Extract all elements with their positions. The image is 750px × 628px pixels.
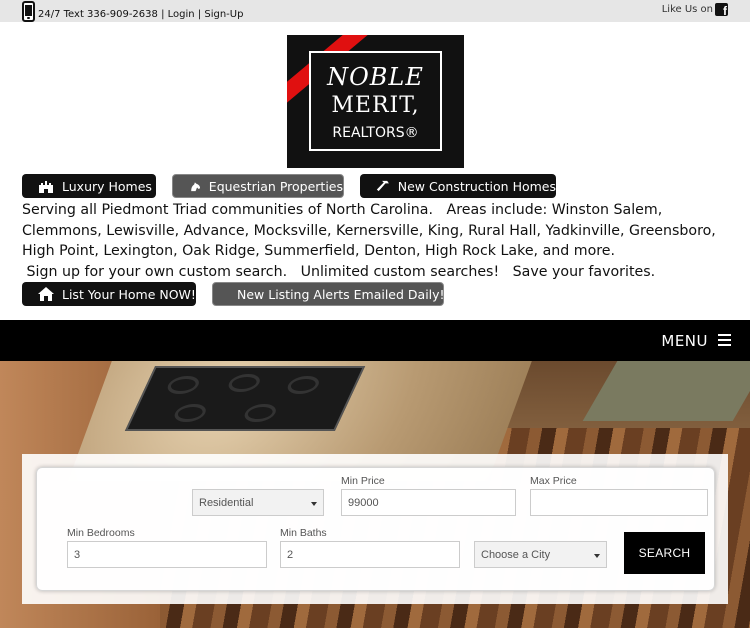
custom-search-text: Sign up for your own custom search. Unli…	[22, 263, 656, 280]
property-type-select[interactable]: Residential	[192, 489, 324, 516]
chevron-down-icon	[311, 502, 317, 506]
property-type-value: Residential	[199, 497, 254, 509]
search-button[interactable]: SEARCH	[624, 532, 705, 574]
equestrian-properties-button[interactable]: Equestrian Properties	[172, 174, 344, 198]
horse-icon	[191, 182, 201, 192]
separator: |	[194, 9, 205, 20]
signup-link[interactable]: Sign-Up	[204, 9, 243, 20]
min-price-input[interactable]: 99000	[341, 489, 516, 516]
logo-frame: NOBLE MERIT, REALTORS®	[309, 51, 442, 151]
contact-text: 24/7 Text 336-909-2638	[38, 9, 158, 20]
login-link[interactable]: Login	[168, 9, 195, 20]
new-construction-homes-button[interactable]: New Construction Homes	[360, 174, 556, 198]
luxury-homes-label: Luxury Homes	[62, 178, 152, 194]
contact-info: 24/7 Text 336-909-2638 | Login | Sign-Up	[38, 9, 243, 20]
noble-merit-logo[interactable]: NOBLE MERIT, REALTORS®	[287, 35, 464, 168]
max-price-label: Max Price	[530, 475, 577, 487]
city-select-placeholder: Choose a City	[481, 549, 551, 561]
min-price-label: Min Price	[341, 475, 385, 487]
min-bedrooms-label: Min Bedrooms	[67, 527, 135, 539]
like-us-label: Like Us on	[661, 4, 713, 15]
service-areas-text: Serving all Piedmont Triad communities o…	[22, 202, 716, 260]
list-your-home-label: List Your Home NOW!	[62, 286, 196, 302]
luxury-homes-button[interactable]: Luxury Homes	[22, 174, 156, 198]
separator: |	[157, 9, 168, 20]
chevron-down-icon	[594, 554, 600, 558]
home-icon	[38, 287, 54, 301]
top-bar: 24/7 Text 336-909-2638 | Login | Sign-Up…	[0, 0, 750, 22]
max-price-input[interactable]	[530, 489, 708, 516]
min-baths-value: 2	[287, 549, 294, 561]
gas-cooktop	[124, 366, 366, 431]
min-bedrooms-value: 3	[74, 549, 81, 561]
logo-line-merit: MERIT,	[331, 93, 420, 118]
new-construction-homes-label: New Construction Homes	[397, 178, 556, 194]
like-us-facebook-link[interactable]: Like Us on	[661, 3, 728, 18]
equestrian-properties-label: Equestrian Properties	[208, 178, 343, 194]
listing-alerts-button[interactable]: New Listing Alerts Emailed Daily!	[212, 282, 445, 306]
mobile-phone-icon	[22, 1, 35, 22]
min-price-value: 99000	[348, 497, 379, 509]
castle-icon	[39, 181, 53, 193]
min-baths-label: Min Baths	[280, 527, 327, 539]
logo-line-realtors: REALTORS®	[332, 125, 419, 141]
logo-line-noble: NOBLE	[327, 63, 424, 91]
main-nav-bar: MENU	[0, 320, 750, 361]
city-select[interactable]: Choose a City	[474, 541, 607, 568]
min-baths-input[interactable]: 2	[280, 541, 460, 568]
intro-text: Serving all Piedmont Triad communities o…	[22, 200, 732, 282]
facebook-icon[interactable]	[715, 3, 728, 18]
min-bedrooms-input[interactable]: 3	[67, 541, 267, 568]
hammer-icon	[376, 180, 389, 192]
listing-alerts-label: New Listing Alerts Emailed Daily!	[237, 286, 445, 302]
hamburger-menu-icon[interactable]	[718, 334, 731, 346]
area-rug	[582, 361, 750, 421]
menu-button[interactable]: MENU	[661, 332, 708, 350]
list-your-home-button[interactable]: List Your Home NOW!	[22, 282, 196, 306]
